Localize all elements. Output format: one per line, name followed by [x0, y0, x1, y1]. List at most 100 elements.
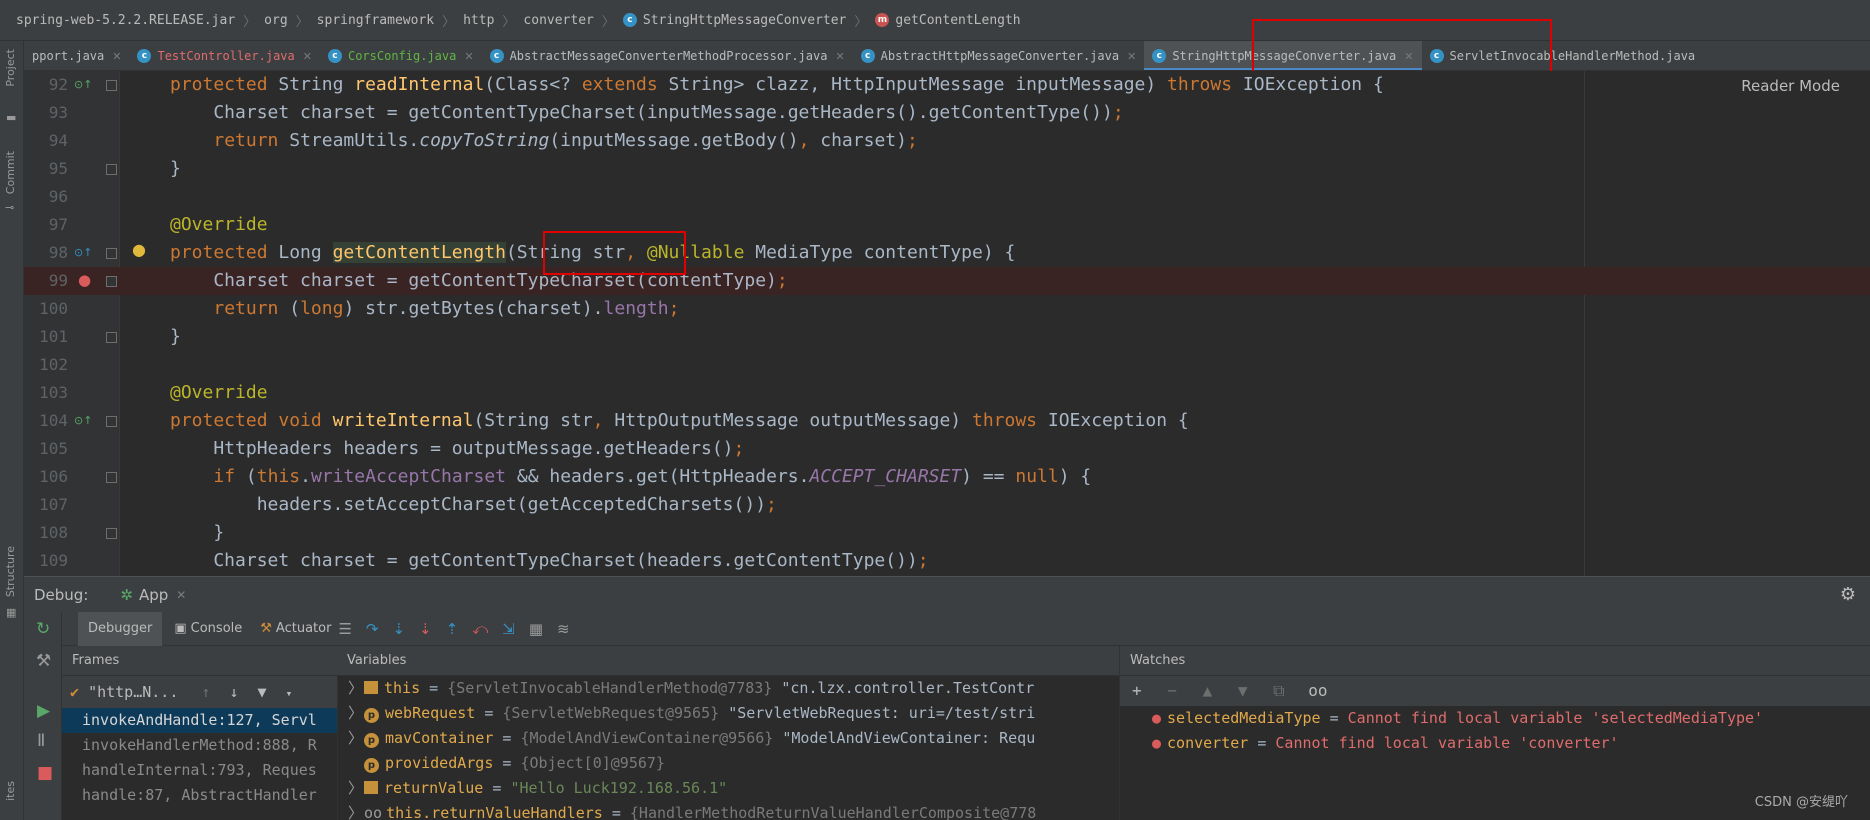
console-icon: ▣ [174, 621, 187, 636]
breadcrumb-org[interactable]: org [264, 13, 287, 28]
close-icon[interactable]: ✕ [1127, 50, 1136, 63]
layout-icon[interactable]: ☰ [338, 620, 351, 638]
run-to-cursor-icon[interactable]: ⇲ [502, 620, 515, 638]
filter-icon[interactable]: ▼ [258, 683, 267, 701]
thread-selector[interactable]: ✔ "http…N... ↑ ↓ ▼ ▾ [62, 676, 337, 708]
remove-icon[interactable]: − [1167, 681, 1177, 700]
parameter-icon: p [364, 708, 379, 723]
variable-value: "Hello Luck192.168.56.1" [510, 779, 728, 797]
close-icon[interactable]: ✕ [835, 50, 844, 63]
fold-marker-icon[interactable] [106, 80, 117, 91]
close-icon[interactable]: ✕ [1404, 50, 1413, 63]
duplicate-icon[interactable]: ⧉ [1273, 681, 1284, 700]
rerun-icon[interactable]: ↻ [36, 621, 50, 638]
breakpoint-icon[interactable]: ● [78, 273, 91, 288]
variable-row[interactable]: 〉 p webRequest = {ServletWebRequest@9565} … [338, 701, 1119, 726]
override-marker-icon[interactable]: ⊙↑ [74, 78, 92, 92]
frame-item[interactable]: handle:87, AbstractHandler [62, 783, 337, 808]
folder-icon[interactable]: ▬ [6, 111, 16, 125]
breadcrumb-springframework[interactable]: springframework [317, 13, 434, 28]
frame-item[interactable]: invokeAndHandle:127, Servl [62, 708, 337, 733]
parameter-icon: p [364, 733, 379, 748]
line-number: 96 [48, 187, 68, 206]
fold-marker-icon[interactable] [106, 528, 117, 539]
tab-abstract-http-message-converter[interactable]: c AbstractHttpMessageConverter.java ✕ [853, 41, 1145, 70]
arrow-down-icon[interactable]: ↓ [229, 683, 238, 701]
variable-row[interactable]: 〉 p mavContainer = {ModelAndViewContainer@… [338, 726, 1119, 751]
tab-actuator[interactable]: Actuator [276, 621, 332, 636]
arrow-up-icon[interactable]: ↑ [201, 683, 210, 701]
fold-marker-icon[interactable] [106, 164, 117, 175]
watch-row[interactable]: ● selectedMediaType = Cannot find local v… [1120, 706, 1870, 731]
expand-arrow-icon[interactable]: 〉 [348, 776, 364, 801]
line-number: 103 [39, 383, 68, 402]
variable-name: providedArgs [385, 754, 494, 772]
tab-servlet-invocable-handler-method[interactable]: c ServletInvocableHandlerMethod.java [1422, 41, 1704, 70]
frame-item[interactable]: handleInternal:793, Reques [62, 758, 337, 783]
step-over-icon[interactable]: ↷ [366, 620, 379, 638]
gear-icon[interactable]: ⚙ [1840, 584, 1856, 605]
fold-marker-icon[interactable] [106, 416, 117, 427]
class-icon: c [860, 49, 875, 63]
close-icon[interactable]: ✕ [176, 588, 186, 602]
variable-type: {Object[0]@9567} [520, 754, 665, 772]
wrench-icon[interactable]: ⚒ [36, 653, 51, 670]
structure-tool-button[interactable]: Structure [4, 546, 17, 597]
variable-row[interactable]: 〉oo this.returnValueHandlers = {HandlerMe… [338, 801, 1119, 820]
structure-icon[interactable]: ▦ [6, 606, 16, 620]
breadcrumb-method[interactable]: m getContentLength [875, 13, 1021, 28]
variable-row[interactable]: 〉 returnValue = "Hello Luck192.168.56.1" [338, 776, 1119, 801]
watch-row[interactable]: ● converter = Cannot find local variable … [1120, 731, 1870, 756]
tab-debugger[interactable]: Debugger [78, 611, 163, 646]
step-out-icon[interactable]: ⇡ [446, 620, 459, 638]
step-into-icon[interactable]: ⇣ [392, 620, 405, 638]
trace-icon[interactable]: ≋ [557, 620, 570, 638]
code-editor[interactable]: Reader Mode 92 protected String readInter… [24, 71, 1870, 576]
drop-frame-icon[interactable]: ⤺ [472, 620, 488, 638]
tab-cors-config[interactable]: c CorsConfig.java ✕ [320, 41, 482, 70]
favorites-tool-button[interactable]: ites [4, 781, 17, 801]
move-up-icon[interactable]: ▲ [1203, 681, 1213, 700]
expand-arrow-icon[interactable]: 〉 [348, 726, 364, 751]
close-icon[interactable]: ✕ [464, 50, 473, 63]
tab-abstract-message-converter-method-processor[interactable]: c AbstractMessageConverterMethodProcessor… [482, 41, 853, 70]
expand-arrow-icon[interactable]: 〉 [348, 676, 364, 701]
tab-string-http-message-converter[interactable]: c StringHttpMessageConverter.java ✕ [1144, 41, 1422, 70]
watches-toolbar: + − ▲ ▼ ⧉ oo [1120, 676, 1870, 706]
stop-icon[interactable]: ■ [37, 765, 53, 782]
breadcrumb-http[interactable]: http [463, 13, 494, 28]
breadcrumb-jar[interactable]: spring-web-5.2.2.RELEASE.jar [16, 13, 235, 28]
variable-row[interactable]: 〉 this = {ServletInvocableHandlerMethod@7… [338, 676, 1119, 701]
force-step-into-icon[interactable]: ⇣ [419, 620, 432, 638]
variable-row[interactable]: p providedArgs = {Object[0]@9567} [338, 751, 1119, 776]
breadcrumb-converter[interactable]: converter [523, 13, 593, 28]
pause-icon[interactable]: Ⅱ [37, 733, 45, 750]
frame-item[interactable]: invokeHandlerMethod:888, R [62, 733, 337, 758]
override-marker-icon[interactable]: ⊙↑ [74, 414, 92, 428]
fold-marker-icon[interactable] [106, 332, 117, 343]
fold-marker-icon[interactable] [106, 276, 117, 287]
session-tab[interactable]: App [139, 586, 168, 604]
breadcrumb-class[interactable]: c StringHttpMessageConverter [622, 13, 846, 28]
tab-pport[interactable]: pport.java ✕ [24, 41, 129, 70]
resume-icon[interactable]: ▶ [37, 703, 50, 720]
chevron-down-icon[interactable]: ▾ [286, 687, 293, 700]
move-down-icon[interactable]: ▼ [1238, 681, 1248, 700]
close-icon[interactable]: ✕ [303, 50, 312, 63]
line-number: 109 [39, 551, 68, 570]
glasses-icon[interactable]: oo [1308, 681, 1327, 700]
expand-arrow-icon[interactable]: 〉 [348, 801, 364, 820]
implements-marker-icon[interactable]: ⊙↑ [74, 246, 92, 260]
fold-marker-icon[interactable] [106, 472, 117, 483]
fold-marker-icon[interactable] [106, 248, 117, 259]
close-icon[interactable]: ✕ [112, 50, 121, 63]
add-icon[interactable]: + [1132, 681, 1142, 700]
tab-test-controller[interactable]: c TestController.java ✕ [129, 41, 320, 70]
project-tool-button[interactable]: Project [4, 49, 17, 87]
commit-tool-button[interactable]: Commit [4, 151, 17, 194]
evaluate-expression-icon[interactable]: ▦ [529, 620, 543, 638]
expand-arrow-icon[interactable]: 〉 [348, 701, 364, 726]
lightbulb-icon[interactable]: ● [132, 242, 146, 258]
commit-icon[interactable]: ⊸ [5, 201, 14, 215]
tab-console[interactable]: Console [191, 621, 243, 636]
